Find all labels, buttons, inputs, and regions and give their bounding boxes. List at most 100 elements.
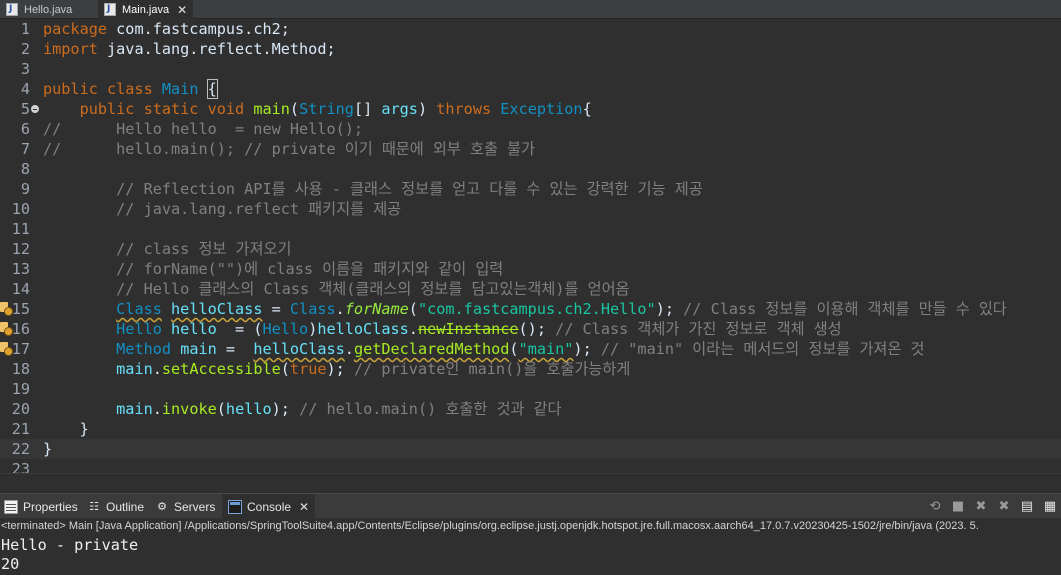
code-line[interactable]: 6 // Hello hello = new Hello(); (0, 119, 1061, 139)
code-line[interactable]: 8 (0, 159, 1061, 179)
tab-servers[interactable]: ⚙ Servers (155, 494, 221, 519)
scroll-lock-icon[interactable]: ▤ (1020, 499, 1034, 514)
code-text: } (43, 440, 53, 458)
java-file-icon (6, 3, 18, 16)
tab-label: Hello.java (24, 3, 73, 16)
code-line[interactable]: 22} (0, 439, 1061, 459)
line-number: 3 (20, 60, 30, 78)
stop-icon[interactable]: ■ (951, 499, 965, 514)
line-number: 7 (20, 140, 30, 158)
code-line[interactable]: 12 // class 정보 가져오기 (0, 239, 1061, 259)
code-text: import java.lang.reflect.Method; (43, 40, 336, 58)
bottom-panel-tab-bar: Properties ☷ Outline ⚙ Servers Console ✕… (0, 493, 1061, 519)
code-text: main.setAccessible(true); // private인 ma… (116, 360, 631, 378)
line-number: 19 (11, 380, 30, 398)
outline-icon: ☷ (89, 499, 99, 513)
code-line[interactable]: 5 public static void main(String[] args)… (0, 99, 1061, 119)
line-number: 12 (11, 240, 30, 258)
remove-launch-icon[interactable]: ✖ (974, 499, 988, 514)
code-line[interactable]: 18 main.setAccessible(true); // private인… (0, 359, 1061, 379)
code-line[interactable]: 10 // java.lang.reflect 패키지를 제공 (0, 199, 1061, 219)
code-line[interactable]: 2 import java.lang.reflect.Method; (0, 39, 1061, 59)
code-text: Class helloClass = Class.forName("com.fa… (116, 300, 1007, 318)
code-line[interactable]: 15 Class helloClass = Class.forName("com… (0, 299, 1061, 319)
line-number: 23 (11, 460, 30, 473)
editor-tab-bar: Hello.java Main.java ✕ (0, 0, 1061, 19)
line-number: 9 (20, 180, 30, 198)
code-line[interactable]: 11 (0, 219, 1061, 239)
console-output[interactable]: Hello - private 20 (0, 535, 1061, 575)
code-line[interactable]: 14 // Hello 클래스의 Class 객체(클래스의 정보를 담고있는객… (0, 279, 1061, 299)
code-line[interactable]: 13 // forName("")에 class 이름을 패키지와 같이 입력 (0, 259, 1061, 279)
editor-horizontal-scrollbar[interactable] (0, 473, 1061, 493)
code-line[interactable]: 19 (0, 379, 1061, 399)
java-file-icon (104, 3, 116, 16)
code-line[interactable]: 9 // Reflection API를 사용 - 클래스 정보를 얻고 다룰 … (0, 179, 1061, 199)
code-text: package com.fastcampus.ch2; (43, 20, 290, 38)
code-line[interactable]: 17 Method main = helloClass.getDeclaredM… (0, 339, 1061, 359)
code-text: // Hello hello = new Hello(); (43, 120, 364, 138)
tab-label: Properties (23, 499, 78, 514)
code-line[interactable]: 7 // hello.main(); // private 이기 때문에 외부 호… (0, 139, 1061, 159)
close-icon[interactable]: ✕ (299, 500, 309, 514)
line-number: 14 (11, 280, 30, 298)
code-text: } (43, 420, 89, 438)
line-number: 20 (11, 400, 30, 418)
line-number: 21 (11, 420, 30, 438)
tab-label: Outline (106, 499, 145, 514)
code-text: // class 정보 가져오기 (43, 240, 292, 258)
console-launch-status: <terminated> Main [Java Application] /Ap… (0, 518, 1061, 535)
line-number: 4 (20, 80, 30, 98)
remove-all-terminated-icon[interactable]: ✖ (997, 499, 1011, 514)
code-text: // hello.main(); // private 이기 때문에 외부 호출… (43, 140, 536, 158)
code-line[interactable]: 4 public class Main { (0, 79, 1061, 99)
code-text: public class Main { (43, 79, 218, 99)
warning-marker-icon[interactable] (0, 302, 13, 316)
code-text: Hello hello = (Hello)helloClass.newInsta… (116, 320, 842, 338)
code-text: // Hello 클래스의 Class 객체(클래스의 정보를 담고있는객체)를… (43, 280, 630, 298)
code-text: // java.lang.reflect 패키지를 제공 (43, 200, 402, 218)
code-line[interactable]: 1 package com.fastcampus.ch2; (0, 19, 1061, 39)
line-number: 2 (20, 40, 30, 58)
console-output-line: Hello - private (1, 536, 139, 554)
line-number: 8 (20, 160, 30, 178)
line-number: 11 (11, 220, 30, 238)
line-number: 5 (20, 100, 30, 118)
properties-icon (4, 499, 18, 514)
warning-marker-icon[interactable] (0, 322, 13, 336)
code-line[interactable]: 23 (0, 459, 1061, 473)
code-line[interactable]: 16 Hello hello = (Hello)helloClass.newIn… (0, 319, 1061, 339)
line-number: 1 (20, 20, 30, 38)
code-editor[interactable]: 1 package com.fastcampus.ch2; 2 import java… (0, 19, 1061, 473)
terminate-relaunch-icon[interactable]: ⟲ (928, 499, 942, 514)
console-toolbar: ⟲ ■ ✖ ✖ ▤ ▦ (928, 494, 1061, 519)
tab-label: Servers (174, 499, 216, 514)
line-number: 18 (11, 360, 30, 378)
console-output-line: 20 (1, 555, 20, 573)
tab-label: Main.java (122, 3, 170, 16)
console-icon (228, 499, 242, 514)
code-text: // Reflection API를 사용 - 클래스 정보를 얻고 다룰 수 … (43, 180, 703, 198)
servers-icon: ⚙ (157, 499, 167, 513)
tab-hello-java[interactable]: Hello.java (6, 0, 80, 19)
tab-main-java[interactable]: Main.java ✕ (98, 0, 194, 19)
word-wrap-icon[interactable]: ▦ (1043, 499, 1057, 514)
tab-console[interactable]: Console ✕ (222, 494, 316, 519)
code-line[interactable]: 3 (0, 59, 1061, 79)
code-text: public static void main(String[] args) t… (79, 100, 592, 118)
line-number: 6 (20, 120, 30, 138)
close-icon[interactable]: ✕ (177, 3, 187, 17)
tab-label: Console (247, 499, 292, 514)
code-line[interactable]: 20 main.invoke(hello); // hello.main() 호… (0, 399, 1061, 419)
code-text: // forName("")에 class 이름을 패키지와 같이 입력 (43, 260, 504, 278)
warning-marker-icon[interactable] (0, 342, 13, 356)
code-line[interactable]: 21 } (0, 419, 1061, 439)
code-text: Method main = helloClass.getDeclaredMeth… (116, 340, 925, 358)
line-number: 22 (11, 440, 30, 458)
line-number: 10 (11, 200, 30, 218)
tab-outline[interactable]: ☷ Outline (87, 494, 150, 519)
line-number: 13 (11, 260, 30, 278)
code-text: main.invoke(hello); // hello.main() 호출한 … (116, 400, 562, 418)
tab-properties[interactable]: Properties (4, 494, 84, 519)
fold-toggle-icon[interactable] (31, 105, 39, 113)
